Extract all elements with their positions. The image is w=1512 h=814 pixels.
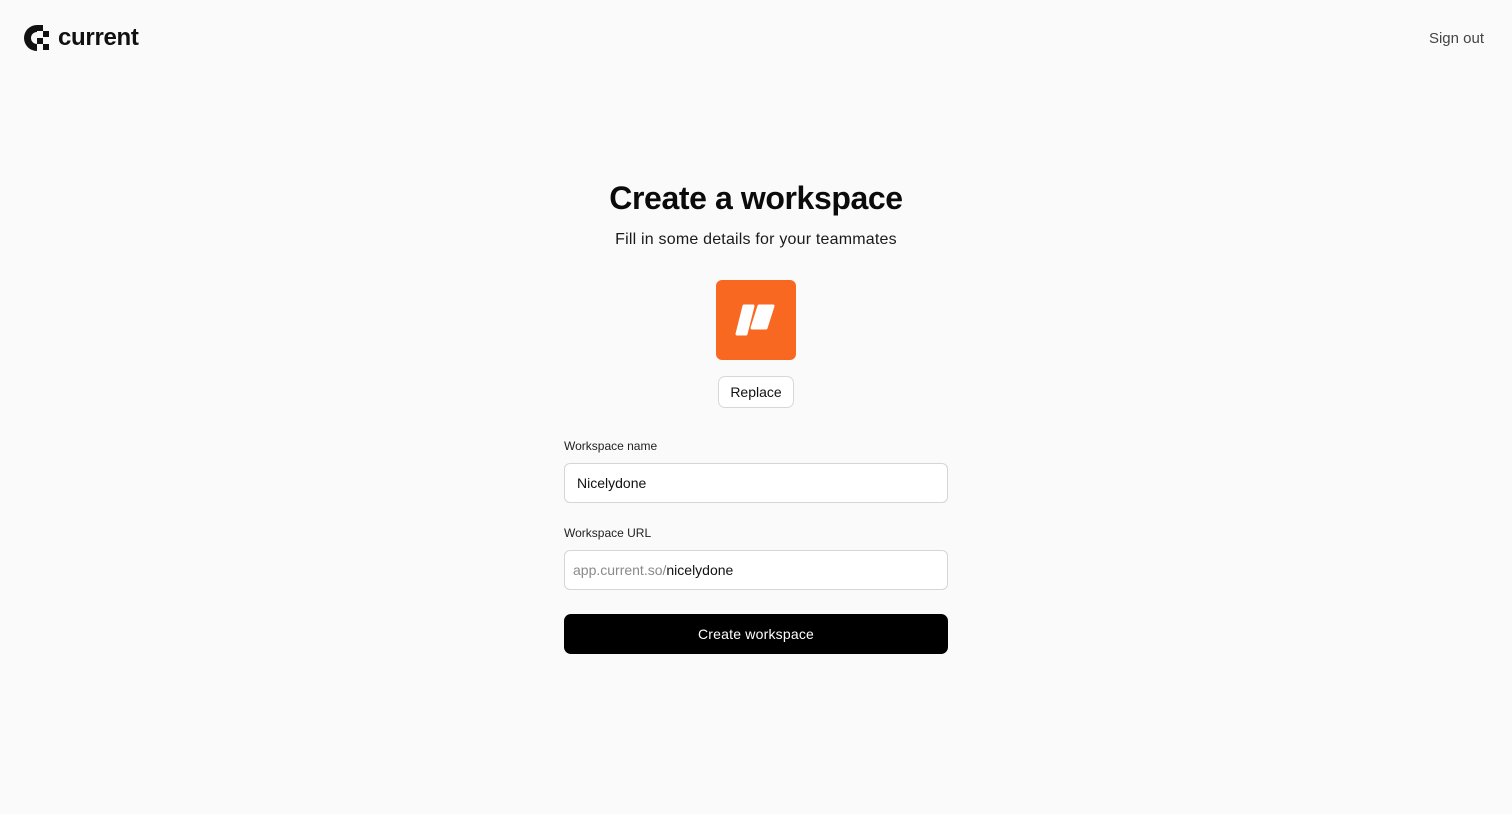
workspace-form: Workspace name Workspace URL app.current…: [564, 438, 948, 654]
workspace-logo: [716, 280, 796, 360]
workspace-name-field: Workspace name: [564, 438, 948, 503]
create-workspace-button[interactable]: Create workspace: [564, 614, 948, 654]
workspace-url-input-box: app.current.so/: [564, 550, 948, 590]
workspace-name-input-box: [564, 463, 948, 503]
workspace-url-input[interactable]: [666, 551, 947, 589]
workspace-url-field: Workspace URL app.current.so/: [564, 525, 948, 590]
create-workspace-panel: Create a workspace Fill in some details …: [0, 0, 1512, 654]
workspace-name-input[interactable]: [565, 464, 947, 502]
page-subtitle: Fill in some details for your teammates: [615, 231, 897, 248]
workspace-url-prefix: app.current.so/: [573, 562, 667, 578]
page: current Sign out Create a workspace Fill…: [0, 0, 1512, 814]
workspace-url-label: Workspace URL: [564, 526, 652, 540]
workspace-logo-icon: [735, 304, 775, 336]
workspace-name-label: Workspace name: [564, 439, 658, 453]
replace-logo-button[interactable]: Replace: [718, 376, 794, 408]
page-title: Create a workspace: [609, 180, 903, 216]
